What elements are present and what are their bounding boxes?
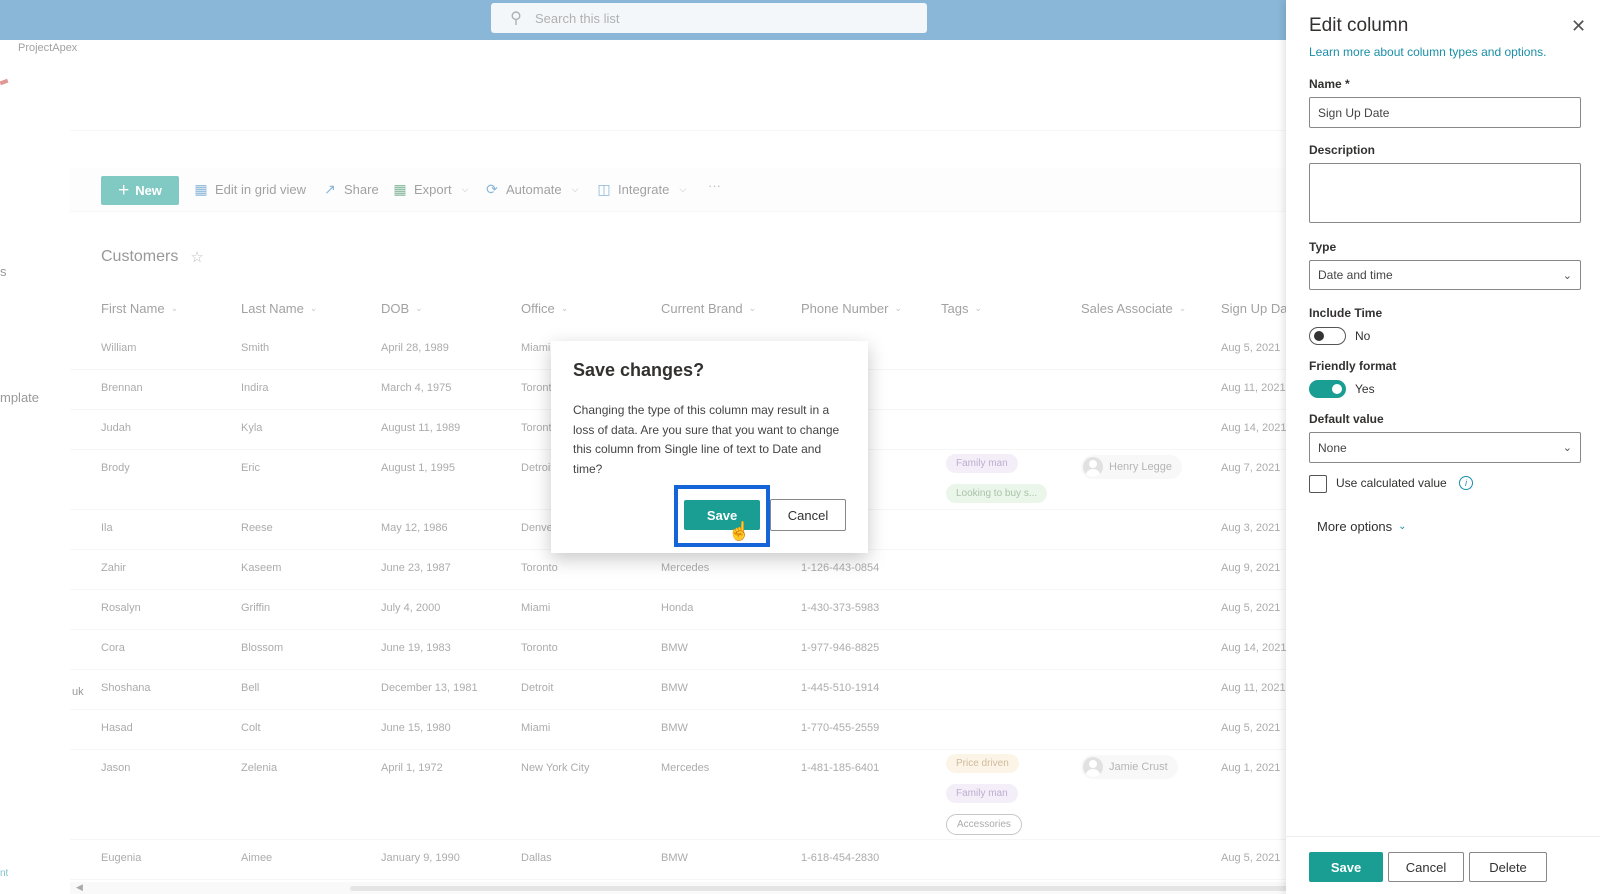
include-time-toggle[interactable] — [1309, 327, 1346, 345]
dialog-cancel-button[interactable]: Cancel — [770, 499, 846, 531]
include-time-label: Include Time — [1309, 306, 1383, 320]
learn-more-link[interactable]: Learn more about column types and option… — [1309, 45, 1546, 59]
name-label: Name * — [1309, 77, 1350, 91]
default-value-value: None — [1318, 440, 1347, 455]
description-field[interactable] — [1309, 163, 1581, 223]
chevron-down-icon: ⌄ — [1562, 269, 1572, 282]
hand-cursor-icon: ☝ — [728, 521, 751, 541]
more-options-button[interactable]: More options ⌄ — [1317, 519, 1407, 534]
use-calculated-value-label: Use calculated value — [1336, 476, 1447, 490]
chevron-down-icon: ⌄ — [1562, 442, 1572, 454]
name-field[interactable]: Sign Up Date — [1309, 97, 1581, 128]
panel-title: Edit column — [1309, 15, 1409, 36]
friendly-format-label: Friendly format — [1309, 359, 1397, 373]
friendly-format-value: Yes — [1355, 382, 1375, 396]
dialog-message: Changing the type of this column may res… — [573, 403, 840, 476]
edit-column-panel: Edit column ✕ Learn more about column ty… — [1286, 0, 1600, 894]
default-value-dropdown[interactable]: None ⌄ — [1309, 432, 1581, 463]
description-label: Description — [1309, 143, 1376, 157]
type-value: Date and time — [1318, 268, 1393, 282]
include-time-value: No — [1355, 329, 1371, 343]
panel-save-button[interactable]: Save — [1309, 852, 1383, 882]
name-value: Sign Up Date — [1318, 105, 1390, 120]
default-value-label: Default value — [1309, 412, 1384, 426]
close-icon[interactable]: ✕ — [1571, 16, 1586, 37]
type-dropdown[interactable]: Date and time ⌄ — [1309, 260, 1581, 290]
type-label: Type — [1309, 240, 1337, 254]
use-calculated-value-checkbox[interactable] — [1309, 475, 1327, 493]
panel-delete-button[interactable]: Delete — [1469, 852, 1547, 882]
panel-cancel-button[interactable]: Cancel — [1388, 852, 1464, 882]
more-options-label: More options — [1317, 519, 1393, 534]
dialog-title: Save changes? — [573, 360, 705, 380]
friendly-format-toggle[interactable] — [1309, 380, 1346, 398]
info-icon[interactable]: i — [1459, 476, 1473, 490]
chevron-down-icon: ⌄ — [1398, 521, 1407, 532]
